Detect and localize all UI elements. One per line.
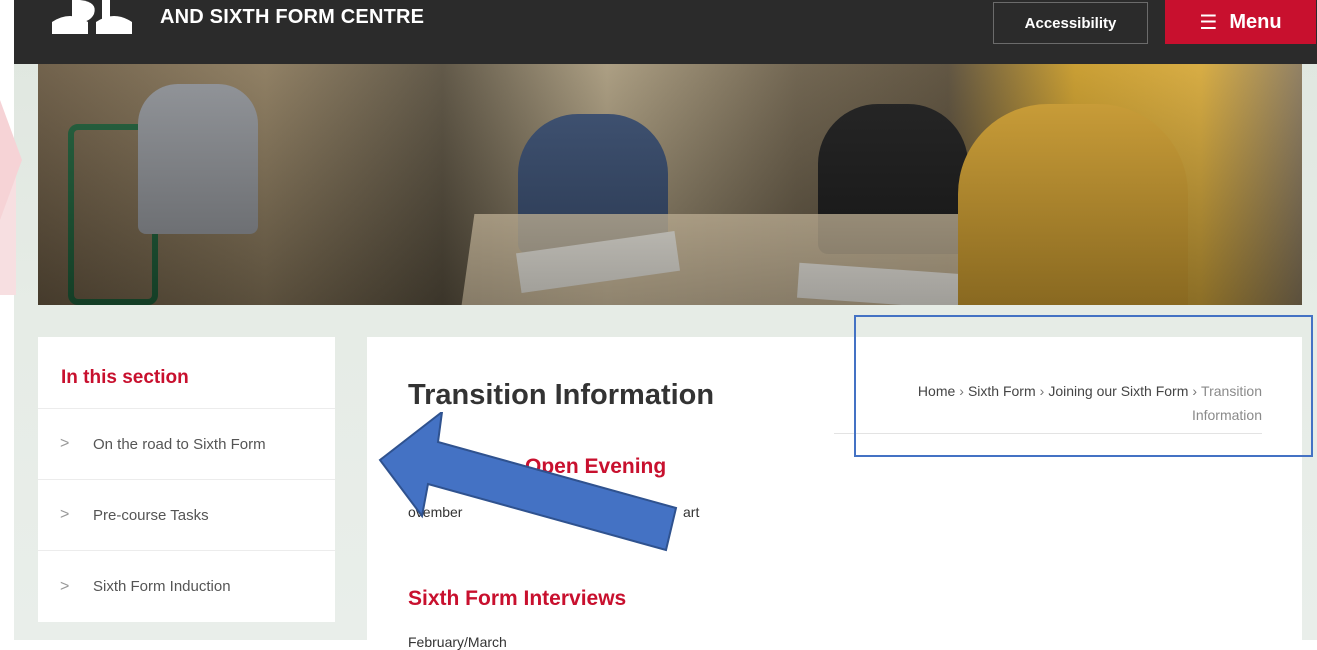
chevron-right-icon: > [60, 506, 70, 523]
hamburger-icon: ☰ [1199, 11, 1218, 34]
annotation-arrow-icon [378, 412, 678, 552]
annotation-highlight-box [854, 315, 1313, 457]
section-heading-interviews: Sixth Form Interviews [408, 587, 627, 610]
school-logo[interactable] [50, 0, 134, 34]
decorative-edge-triangle [0, 100, 22, 220]
page-title: Transition Information [408, 379, 715, 411]
section-sidebar: In this section > On the road to Sixth F… [38, 337, 335, 622]
sidebar-title: In this section [38, 337, 335, 409]
sidebar-item-label: On the road to Sixth Form [93, 435, 266, 453]
accessibility-button[interactable]: Accessibility [993, 2, 1148, 44]
site-header: AND SIXTH FORM CENTRE Accessibility ☰ Me… [14, 0, 1317, 64]
sidebar-item-sixth-form-induction[interactable]: > Sixth Form Induction [38, 551, 335, 622]
menu-button-label: Menu [1229, 10, 1282, 33]
hero-banner-image [38, 64, 1302, 305]
sidebar-item-pre-course-tasks[interactable]: > Pre-course Tasks [38, 480, 335, 551]
chevron-right-icon: > [60, 577, 70, 595]
chevron-right-icon: > [60, 435, 70, 452]
sidebar-item-on-the-road[interactable]: > On the road to Sixth Form [38, 409, 335, 480]
school-name: AND SIXTH FORM CENTRE [160, 6, 425, 28]
section-text-interviews: February/March [408, 634, 507, 650]
sidebar-item-label: Pre-course Tasks [93, 506, 209, 524]
menu-button[interactable]: ☰ Menu [1165, 0, 1316, 44]
sidebar-item-label: Sixth Form Induction [93, 578, 231, 595]
